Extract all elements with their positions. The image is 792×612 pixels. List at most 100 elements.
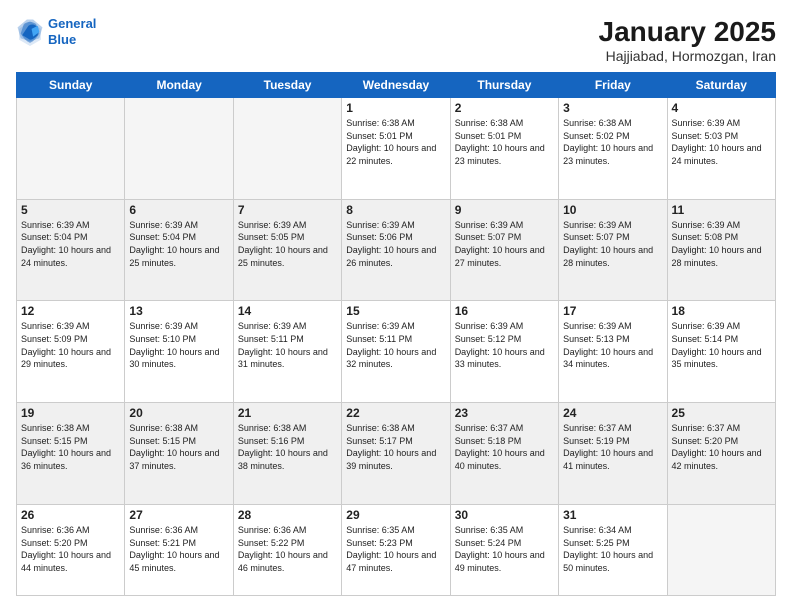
header: General Blue January 2025 Hajjiabad, Hor… bbox=[16, 16, 776, 64]
calendar-cell: 20 Sunrise: 6:38 AMSunset: 5:15 PMDayligh… bbox=[125, 403, 233, 505]
logo: General Blue bbox=[16, 16, 96, 47]
day-number: 2 bbox=[455, 101, 554, 115]
day-info: Sunrise: 6:36 AMSunset: 5:20 PMDaylight:… bbox=[21, 524, 120, 574]
day-number: 22 bbox=[346, 406, 445, 420]
day-number: 17 bbox=[563, 304, 662, 318]
calendar-cell: 6 Sunrise: 6:39 AMSunset: 5:04 PMDaylight… bbox=[125, 199, 233, 301]
day-number: 16 bbox=[455, 304, 554, 318]
day-info: Sunrise: 6:37 AMSunset: 5:19 PMDaylight:… bbox=[563, 422, 662, 472]
calendar-cell: 26Sunrise: 6:36 AMSunset: 5:20 PMDayligh… bbox=[17, 504, 125, 595]
calendar-cell: 10 Sunrise: 6:39 AMSunset: 5:07 PMDayligh… bbox=[559, 199, 667, 301]
day-number: 8 bbox=[346, 203, 445, 217]
calendar-cell: 3 Sunrise: 6:38 AMSunset: 5:02 PMDaylight… bbox=[559, 98, 667, 200]
calendar-cell: 21Sunrise: 6:38 AMSunset: 5:16 PMDayligh… bbox=[233, 403, 341, 505]
weekday-header: Thursday bbox=[450, 73, 558, 98]
day-info: Sunrise: 6:38 AMSunset: 5:01 PMDaylight:… bbox=[346, 117, 445, 167]
weekday-header: Wednesday bbox=[342, 73, 450, 98]
day-info: Sunrise: 6:36 AMSunset: 5:21 PMDaylight:… bbox=[129, 524, 228, 574]
day-number: 30 bbox=[455, 508, 554, 522]
day-number: 12 bbox=[21, 304, 120, 318]
calendar-cell: 18 Sunrise: 6:39 AMSunset: 5:14 PMDayligh… bbox=[667, 301, 775, 403]
calendar-cell: 16Sunrise: 6:39 AMSunset: 5:12 PMDayligh… bbox=[450, 301, 558, 403]
calendar-cell bbox=[125, 98, 233, 200]
weekday-header: Tuesday bbox=[233, 73, 341, 98]
day-number: 5 bbox=[21, 203, 120, 217]
day-number: 9 bbox=[455, 203, 554, 217]
day-number: 6 bbox=[129, 203, 228, 217]
day-number: 15 bbox=[346, 304, 445, 318]
day-info: Sunrise: 6:39 AMSunset: 5:04 PMDaylight:… bbox=[21, 219, 120, 269]
day-info: Sunrise: 6:34 AMSunset: 5:25 PMDaylight:… bbox=[563, 524, 662, 574]
weekday-header-row: SundayMondayTuesdayWednesdayThursdayFrid… bbox=[17, 73, 776, 98]
day-info: Sunrise: 6:38 AMSunset: 5:02 PMDaylight:… bbox=[563, 117, 662, 167]
logo-line2: Blue bbox=[48, 32, 76, 47]
calendar-cell: 17 Sunrise: 6:39 AMSunset: 5:13 PMDayligh… bbox=[559, 301, 667, 403]
calendar-cell: 8 Sunrise: 6:39 AMSunset: 5:06 PMDaylight… bbox=[342, 199, 450, 301]
day-number: 28 bbox=[238, 508, 337, 522]
weekday-header: Saturday bbox=[667, 73, 775, 98]
day-info: Sunrise: 6:39 AMSunset: 5:09 PMDaylight:… bbox=[21, 320, 120, 370]
day-number: 27 bbox=[129, 508, 228, 522]
calendar-cell: 4Sunrise: 6:39 AMSunset: 5:03 PMDaylight… bbox=[667, 98, 775, 200]
calendar-week-row: 19 Sunrise: 6:38 AMSunset: 5:15 PMDayligh… bbox=[17, 403, 776, 505]
day-info: Sunrise: 6:35 AMSunset: 5:23 PMDaylight:… bbox=[346, 524, 445, 574]
calendar-cell: 30Sunrise: 6:35 AMSunset: 5:24 PMDayligh… bbox=[450, 504, 558, 595]
calendar-cell: 28Sunrise: 6:36 AMSunset: 5:22 PMDayligh… bbox=[233, 504, 341, 595]
logo-text: General Blue bbox=[48, 16, 96, 47]
calendar-cell: 12 Sunrise: 6:39 AMSunset: 5:09 PMDayligh… bbox=[17, 301, 125, 403]
day-number: 3 bbox=[563, 101, 662, 115]
calendar: SundayMondayTuesdayWednesdayThursdayFrid… bbox=[16, 72, 776, 596]
day-info: Sunrise: 6:39 AMSunset: 5:04 PMDaylight:… bbox=[129, 219, 228, 269]
day-info: Sunrise: 6:39 AMSunset: 5:07 PMDaylight:… bbox=[455, 219, 554, 269]
calendar-cell: 2 Sunrise: 6:38 AMSunset: 5:01 PMDaylight… bbox=[450, 98, 558, 200]
day-info: Sunrise: 6:38 AMSunset: 5:17 PMDaylight:… bbox=[346, 422, 445, 472]
day-number: 10 bbox=[563, 203, 662, 217]
weekday-header: Monday bbox=[125, 73, 233, 98]
calendar-week-row: 12 Sunrise: 6:39 AMSunset: 5:09 PMDayligh… bbox=[17, 301, 776, 403]
calendar-cell: 29 Sunrise: 6:35 AMSunset: 5:23 PMDayligh… bbox=[342, 504, 450, 595]
day-info: Sunrise: 6:39 AMSunset: 5:07 PMDaylight:… bbox=[563, 219, 662, 269]
subtitle: Hajjiabad, Hormozgan, Iran bbox=[599, 48, 776, 64]
weekday-header: Sunday bbox=[17, 73, 125, 98]
day-number: 18 bbox=[672, 304, 771, 318]
day-number: 31 bbox=[563, 508, 662, 522]
calendar-week-row: 5 Sunrise: 6:39 AMSunset: 5:04 PMDaylight… bbox=[17, 199, 776, 301]
title-block: January 2025 Hajjiabad, Hormozgan, Iran bbox=[599, 16, 776, 64]
day-info: Sunrise: 6:39 AMSunset: 5:14 PMDaylight:… bbox=[672, 320, 771, 370]
logo-icon bbox=[16, 18, 44, 46]
calendar-cell: 19Sunrise: 6:38 AMSunset: 5:15 PMDayligh… bbox=[17, 403, 125, 505]
day-info: Sunrise: 6:38 AMSunset: 5:15 PMDaylight:… bbox=[129, 422, 228, 472]
day-number: 29 bbox=[346, 508, 445, 522]
day-info: Sunrise: 6:39 AMSunset: 5:06 PMDaylight:… bbox=[346, 219, 445, 269]
calendar-cell bbox=[667, 504, 775, 595]
calendar-week-row: 26Sunrise: 6:36 AMSunset: 5:20 PMDayligh… bbox=[17, 504, 776, 595]
day-info: Sunrise: 6:39 AMSunset: 5:10 PMDaylight:… bbox=[129, 320, 228, 370]
day-info: Sunrise: 6:38 AMSunset: 5:16 PMDaylight:… bbox=[238, 422, 337, 472]
calendar-cell: 15Sunrise: 6:39 AMSunset: 5:11 PMDayligh… bbox=[342, 301, 450, 403]
calendar-cell bbox=[233, 98, 341, 200]
day-info: Sunrise: 6:39 AMSunset: 5:05 PMDaylight:… bbox=[238, 219, 337, 269]
day-info: Sunrise: 6:39 AMSunset: 5:08 PMDaylight:… bbox=[672, 219, 771, 269]
day-number: 13 bbox=[129, 304, 228, 318]
day-number: 25 bbox=[672, 406, 771, 420]
calendar-cell: 25 Sunrise: 6:37 AMSunset: 5:20 PMDayligh… bbox=[667, 403, 775, 505]
calendar-cell: 22 Sunrise: 6:38 AMSunset: 5:17 PMDayligh… bbox=[342, 403, 450, 505]
calendar-cell: 24Sunrise: 6:37 AMSunset: 5:19 PMDayligh… bbox=[559, 403, 667, 505]
calendar-cell: 31 Sunrise: 6:34 AMSunset: 5:25 PMDayligh… bbox=[559, 504, 667, 595]
logo-line1: General bbox=[48, 16, 96, 31]
day-info: Sunrise: 6:39 AMSunset: 5:13 PMDaylight:… bbox=[563, 320, 662, 370]
calendar-cell: 1 Sunrise: 6:38 AMSunset: 5:01 PMDaylight… bbox=[342, 98, 450, 200]
day-number: 19 bbox=[21, 406, 120, 420]
calendar-cell: 9 Sunrise: 6:39 AMSunset: 5:07 PMDaylight… bbox=[450, 199, 558, 301]
calendar-cell: 27 Sunrise: 6:36 AMSunset: 5:21 PMDayligh… bbox=[125, 504, 233, 595]
day-info: Sunrise: 6:39 AMSunset: 5:11 PMDaylight:… bbox=[238, 320, 337, 370]
day-number: 1 bbox=[346, 101, 445, 115]
calendar-week-row: 1 Sunrise: 6:38 AMSunset: 5:01 PMDaylight… bbox=[17, 98, 776, 200]
calendar-cell: 5 Sunrise: 6:39 AMSunset: 5:04 PMDaylight… bbox=[17, 199, 125, 301]
calendar-cell: 14Sunrise: 6:39 AMSunset: 5:11 PMDayligh… bbox=[233, 301, 341, 403]
day-info: Sunrise: 6:38 AMSunset: 5:01 PMDaylight:… bbox=[455, 117, 554, 167]
day-number: 20 bbox=[129, 406, 228, 420]
day-info: Sunrise: 6:37 AMSunset: 5:20 PMDaylight:… bbox=[672, 422, 771, 472]
day-info: Sunrise: 6:39 AMSunset: 5:03 PMDaylight:… bbox=[672, 117, 771, 167]
calendar-cell: 7Sunrise: 6:39 AMSunset: 5:05 PMDaylight… bbox=[233, 199, 341, 301]
